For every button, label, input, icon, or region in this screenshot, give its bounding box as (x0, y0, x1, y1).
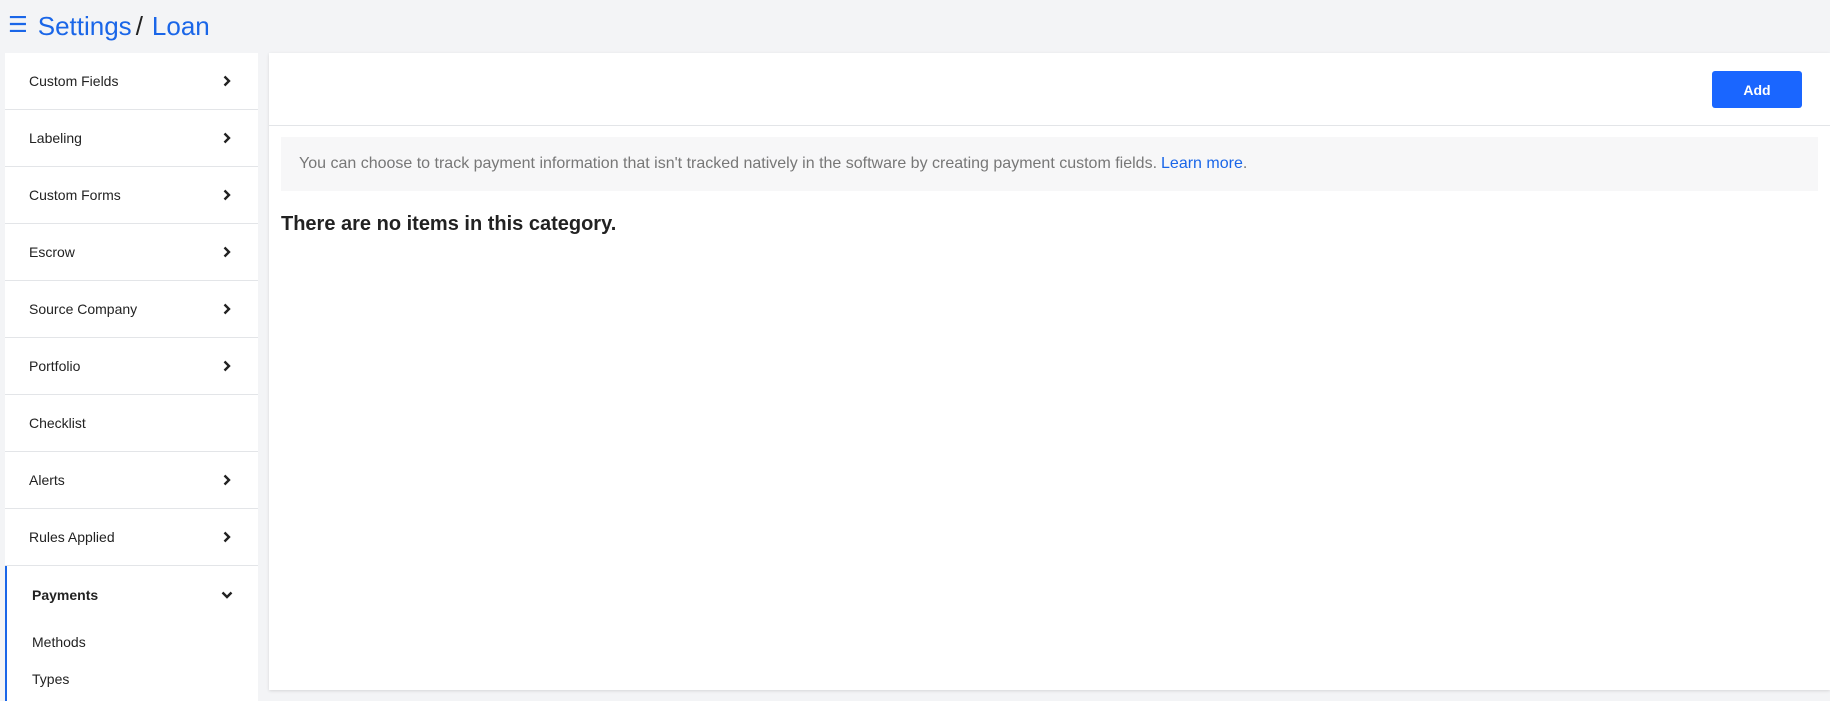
breadcrumb-loan-link[interactable]: Loan (152, 11, 210, 42)
chevron-right-icon (220, 74, 234, 88)
sidebar-item-label: Escrow (29, 244, 75, 260)
breadcrumb-separator: / (135, 11, 143, 41)
sidebar-subitem-types[interactable]: Types (7, 660, 258, 697)
empty-state-message: There are no items in this category. (281, 213, 617, 235)
sidebar-item-custom-forms[interactable]: Custom Forms (5, 167, 258, 224)
info-text: You can choose to track payment informat… (299, 155, 1158, 172)
sidebar-item-custom-fields[interactable]: Custom Fields (5, 53, 258, 110)
sidebar-item-label: Source Company (29, 301, 138, 317)
sidebar-item-escrow[interactable]: Escrow (5, 224, 258, 281)
add-button[interactable]: Add (1712, 71, 1802, 108)
chevron-right-icon (220, 530, 234, 544)
sidebar-item-label: Rules Applied (29, 529, 115, 545)
sidebar-item-label: Payments (32, 586, 99, 603)
sidebar-item-alerts[interactable]: Alerts (5, 452, 258, 509)
chevron-right-icon (220, 359, 234, 373)
top-bar: ☰ Settings / Loan (0, 0, 1830, 53)
sidebar-item-label: Checklist (29, 415, 86, 431)
payments-submenu: Methods Types (5, 623, 258, 701)
sidebar-subitem-methods[interactable]: Methods (7, 623, 258, 660)
sidebar-item-label: Custom Forms (29, 187, 121, 203)
chevron-right-icon (220, 245, 234, 259)
sidebar-item-rules-applied[interactable]: Rules Applied (5, 509, 258, 566)
chevron-right-icon (220, 473, 234, 487)
hamburger-icon[interactable]: ☰ (8, 14, 28, 37)
info-suffix: . (1242, 155, 1248, 172)
sidebar-item-label: Portfolio (29, 358, 81, 374)
panel-header: Add (269, 53, 1830, 126)
chevron-down-icon (220, 588, 234, 602)
settings-sidebar: Custom Fields Labeling Custom Forms Escr… (5, 53, 258, 701)
chevron-right-icon (220, 188, 234, 202)
learn-more-link[interactable]: Learn more (1161, 155, 1243, 173)
main-panel: Add You can choose to track payment info… (269, 53, 1830, 690)
chevron-right-icon (220, 302, 234, 316)
sidebar-item-payments[interactable]: Payments (5, 566, 258, 623)
sidebar-item-checklist[interactable]: Checklist (5, 395, 258, 452)
sidebar-item-labeling[interactable]: Labeling (5, 110, 258, 167)
sidebar-item-label: Labeling (29, 130, 82, 146)
info-banner: You can choose to track payment informat… (281, 137, 1818, 191)
breadcrumb-settings-link[interactable]: Settings (38, 11, 132, 42)
sidebar-item-source-company[interactable]: Source Company (5, 281, 258, 338)
sidebar-item-label: Alerts (29, 472, 65, 488)
sidebar-item-portfolio[interactable]: Portfolio (5, 338, 258, 395)
sidebar-item-label: Custom Fields (29, 73, 119, 89)
chevron-right-icon (220, 131, 234, 145)
